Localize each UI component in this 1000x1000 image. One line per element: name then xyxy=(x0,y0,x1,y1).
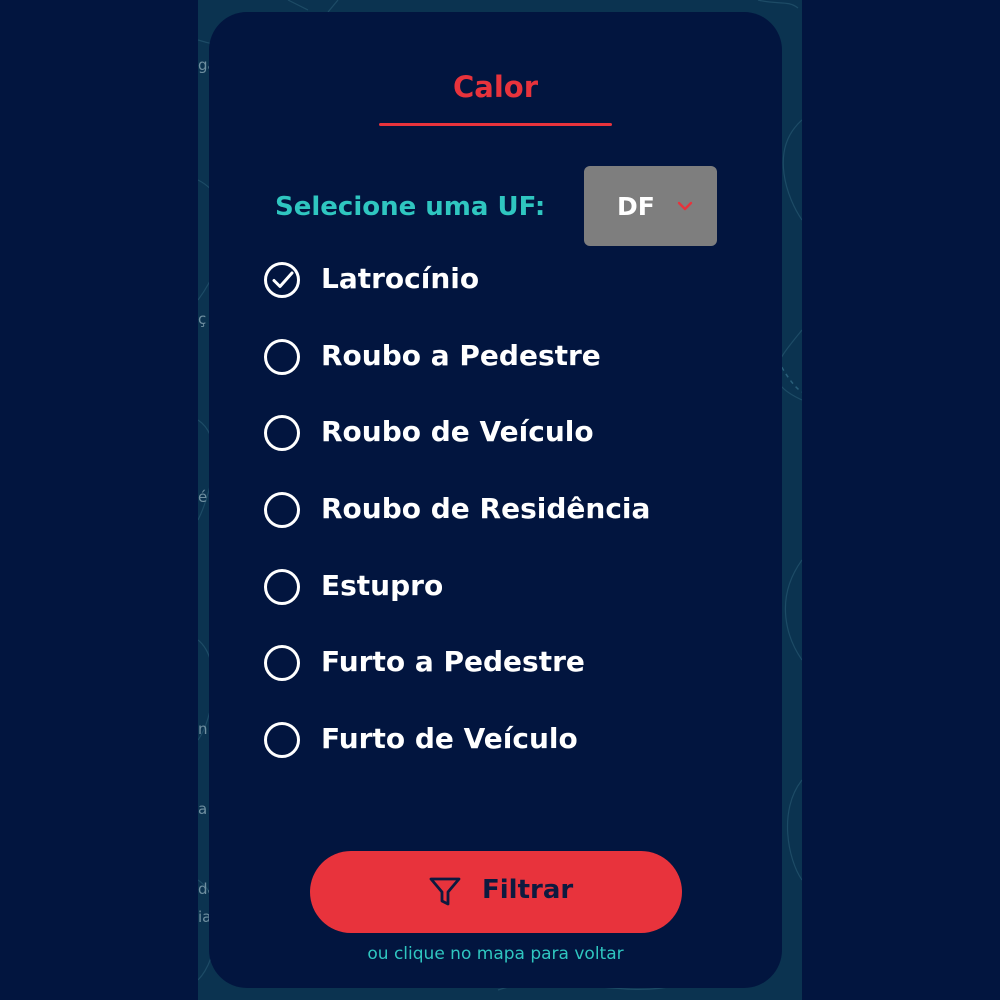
radio-circle-icon[interactable] xyxy=(263,414,301,452)
crime-type-list: Latrocínio Roubo a Pedestre Roubo de Veí… xyxy=(263,250,763,787)
crime-option-label: Estupro xyxy=(321,568,444,602)
uf-select-dropdown[interactable]: DF xyxy=(584,166,717,246)
uf-select-label: Selecione uma UF: xyxy=(275,192,546,222)
map-label: a xyxy=(198,800,208,818)
radio-circle-icon[interactable] xyxy=(263,721,301,759)
filter-button[interactable]: Filtrar xyxy=(310,851,682,933)
crime-option[interactable]: Latrocínio xyxy=(263,250,763,327)
radio-circle-icon[interactable] xyxy=(263,491,301,529)
crime-option-label: Furto a Pedestre xyxy=(321,645,585,679)
back-to-map-link[interactable]: ou clique no mapa para voltar xyxy=(209,944,782,964)
crime-option-label: Latrocínio xyxy=(321,262,480,295)
map-label: ç xyxy=(198,310,207,328)
crime-option[interactable]: Roubo a Pedestre xyxy=(263,327,763,404)
crime-option[interactable]: Furto de Veículo xyxy=(263,710,763,787)
crime-option[interactable]: Roubo de Residência xyxy=(263,480,763,557)
radio-circle-icon[interactable] xyxy=(263,644,301,682)
crime-option[interactable]: Estupro xyxy=(263,557,763,634)
crime-option-label: Furto de Veículo xyxy=(321,722,578,756)
crime-option-label: Roubo de Veículo xyxy=(321,415,594,449)
map-label: n xyxy=(198,720,208,738)
filter-icon xyxy=(429,877,461,906)
checked-circle-icon[interactable] xyxy=(263,261,301,299)
crime-option-label: Roubo a Pedestre xyxy=(321,338,601,372)
crime-option[interactable]: Roubo de Veículo xyxy=(263,403,763,480)
map-label: é xyxy=(198,488,208,506)
heatmap-filter-panel: Calor Selecione uma UF: DF Latrocínio Ro… xyxy=(209,12,782,988)
title-underline xyxy=(379,123,612,126)
crime-option-label: Roubo de Residência xyxy=(321,492,651,526)
crime-option[interactable]: Furto a Pedestre xyxy=(263,633,763,710)
radio-circle-icon[interactable] xyxy=(263,568,301,606)
uf-selected-value: DF xyxy=(617,192,655,221)
filter-button-label: Filtrar xyxy=(482,875,574,905)
screen: ga ç é n a da ia Calor Selecione uma UF:… xyxy=(0,0,1000,1000)
radio-circle-icon[interactable] xyxy=(263,338,301,376)
panel-title[interactable]: Calor xyxy=(209,70,782,104)
chevron-down-icon xyxy=(677,201,693,211)
